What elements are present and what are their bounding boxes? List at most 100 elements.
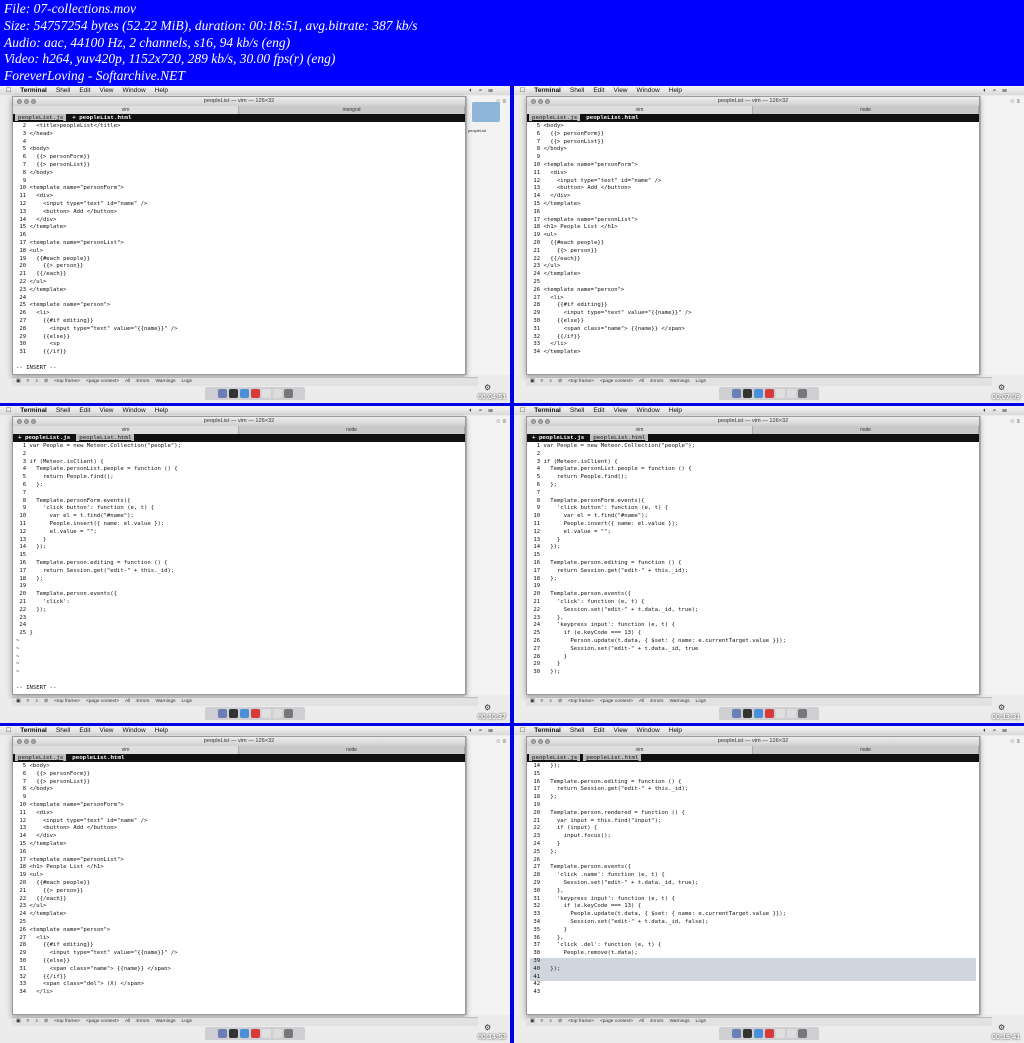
filter-all[interactable]: All xyxy=(639,1019,644,1024)
menu-item[interactable]: Window xyxy=(637,727,660,734)
filter-logs[interactable]: Logs xyxy=(696,1019,706,1024)
dock-app-icon[interactable] xyxy=(742,389,752,398)
filter-warnings[interactable]: Warnings xyxy=(155,699,175,704)
frame-selector[interactable]: <top frame> xyxy=(568,379,594,384)
devtools-search-icon[interactable]: ⌕ xyxy=(549,1019,552,1024)
devtools-clear-icon[interactable]: ⊘ xyxy=(558,699,562,704)
dock-app-icon[interactable] xyxy=(217,389,227,398)
filter-errors[interactable]: Errors xyxy=(136,1019,149,1024)
dock-app-icon[interactable] xyxy=(775,389,785,398)
browser-toolbar-icons[interactable]: ☆ ≡ xyxy=(980,98,1024,108)
devtools-clear-icon[interactable]: ⊘ xyxy=(558,379,562,384)
devtools-search-icon[interactable]: ⌕ xyxy=(35,1019,38,1024)
menu-item[interactable]: View xyxy=(614,727,628,734)
vim-buffer-tab[interactable]: peopleList.html xyxy=(590,434,649,441)
terminal-tab[interactable]: vim xyxy=(527,426,753,434)
window-controls[interactable] xyxy=(17,739,38,748)
vim-buffer-tab[interactable]: + peopleList.html xyxy=(69,114,134,121)
devtools-console-icon[interactable]: ≡ xyxy=(27,1019,30,1024)
dock-app-icon[interactable] xyxy=(217,1029,227,1038)
dock-app-icon[interactable] xyxy=(261,1029,271,1038)
devtools-console-icon[interactable]: ≡ xyxy=(541,1019,544,1024)
filter-logs[interactable]: Logs xyxy=(696,379,706,384)
devtools-search-icon[interactable]: ⌕ xyxy=(549,699,552,704)
menu-item[interactable]: Shell xyxy=(56,727,70,734)
dock-app-icon[interactable] xyxy=(272,389,282,398)
dock-app-icon[interactable] xyxy=(261,389,271,398)
context-selector[interactable]: <page context> xyxy=(86,1019,119,1024)
dock-app-icon[interactable] xyxy=(764,1029,774,1038)
menu-item[interactable]: Window xyxy=(123,727,146,734)
gear-icon[interactable]: ⚙ xyxy=(998,1023,1005,1032)
dock-app-icon[interactable] xyxy=(753,389,763,398)
window-controls[interactable] xyxy=(531,739,552,748)
dock-app-icon[interactable] xyxy=(775,709,785,718)
menu-item[interactable]: View xyxy=(614,407,628,414)
dock-app-icon[interactable] xyxy=(283,389,293,398)
dock-app-icon[interactable] xyxy=(272,1029,282,1038)
vim-buffer-tab[interactable]: peopleList.html xyxy=(583,114,641,121)
filter-logs[interactable]: Logs xyxy=(182,1019,192,1024)
menu-item[interactable]: Shell xyxy=(56,87,70,94)
menu-item[interactable]: Edit xyxy=(79,727,90,734)
dock-app-icon[interactable] xyxy=(797,1029,807,1038)
filter-errors[interactable]: Errors xyxy=(136,699,149,704)
dock-app-icon[interactable] xyxy=(786,389,796,398)
dock-app-icon[interactable] xyxy=(742,709,752,718)
devtools-search-icon[interactable]: ⌕ xyxy=(35,699,38,704)
terminal-tab[interactable]: mongod xyxy=(239,106,465,114)
dock-app-icon[interactable] xyxy=(742,1029,752,1038)
browser-toolbar-icons[interactable]: ☆ ≡ xyxy=(466,418,510,428)
dock-app-icon[interactable] xyxy=(239,389,249,398)
terminal-tab[interactable]: node xyxy=(753,746,979,754)
menu-item[interactable]: Window xyxy=(123,407,146,414)
filter-warnings[interactable]: Warnings xyxy=(669,1019,689,1024)
menu-item[interactable]: Edit xyxy=(79,407,90,414)
dock-app-icon[interactable] xyxy=(797,389,807,398)
devtools-dock-icon[interactable]: ▣ xyxy=(16,1019,21,1024)
menu-item[interactable]: Edit xyxy=(593,87,604,94)
filter-warnings[interactable]: Warnings xyxy=(155,379,175,384)
apple-menu-icon[interactable]:  xyxy=(520,727,525,734)
filter-all[interactable]: All xyxy=(639,699,644,704)
context-selector[interactable]: <page context> xyxy=(86,699,119,704)
filter-all[interactable]: All xyxy=(639,379,644,384)
devtools-search-icon[interactable]: ⌕ xyxy=(549,379,552,384)
menu-item[interactable]: Shell xyxy=(570,87,584,94)
folder-icon[interactable] xyxy=(472,102,500,122)
dock-app-icon[interactable] xyxy=(764,709,774,718)
gear-icon[interactable]: ⚙ xyxy=(998,703,1005,712)
frame-selector[interactable]: <top frame> xyxy=(54,379,80,384)
menu-app-name[interactable]: Terminal xyxy=(534,407,561,414)
menu-item[interactable]: View xyxy=(100,407,114,414)
terminal-tab[interactable]: node xyxy=(753,426,979,434)
dock-app-icon[interactable] xyxy=(283,709,293,718)
dock-app-icon[interactable] xyxy=(228,389,238,398)
menu-item[interactable]: Help xyxy=(155,407,168,414)
dock-app-icon[interactable] xyxy=(239,709,249,718)
browser-toolbar-icons[interactable]: ☆ ≡ xyxy=(980,418,1024,428)
dock-app-icon[interactable] xyxy=(228,1029,238,1038)
terminal-tab[interactable]: vim xyxy=(13,426,239,434)
devtools-clear-icon[interactable]: ⊘ xyxy=(44,1019,48,1024)
dock-app-icon[interactable] xyxy=(764,389,774,398)
apple-menu-icon[interactable]:  xyxy=(6,727,11,734)
vim-buffer-tab[interactable]: peopleList.js xyxy=(529,114,581,121)
filter-warnings[interactable]: Warnings xyxy=(155,1019,175,1024)
menu-item[interactable]: View xyxy=(100,87,114,94)
filter-logs[interactable]: Logs xyxy=(182,379,192,384)
dock-app-icon[interactable] xyxy=(731,1029,741,1038)
devtools-dock-icon[interactable]: ▣ xyxy=(530,1019,535,1024)
menu-app-name[interactable]: Terminal xyxy=(20,87,47,94)
menu-item[interactable]: Window xyxy=(123,87,146,94)
menu-item[interactable]: Shell xyxy=(56,407,70,414)
menu-item[interactable]: Edit xyxy=(593,727,604,734)
dock-app-icon[interactable] xyxy=(239,1029,249,1038)
terminal-tab[interactable]: vim xyxy=(13,746,239,754)
apple-menu-icon[interactable]:  xyxy=(6,407,11,414)
apple-menu-icon[interactable]:  xyxy=(6,87,11,94)
dock-app-icon[interactable] xyxy=(217,709,227,718)
context-selector[interactable]: <page context> xyxy=(600,1019,633,1024)
devtools-clear-icon[interactable]: ⊘ xyxy=(44,379,48,384)
devtools-console-icon[interactable]: ≡ xyxy=(541,699,544,704)
